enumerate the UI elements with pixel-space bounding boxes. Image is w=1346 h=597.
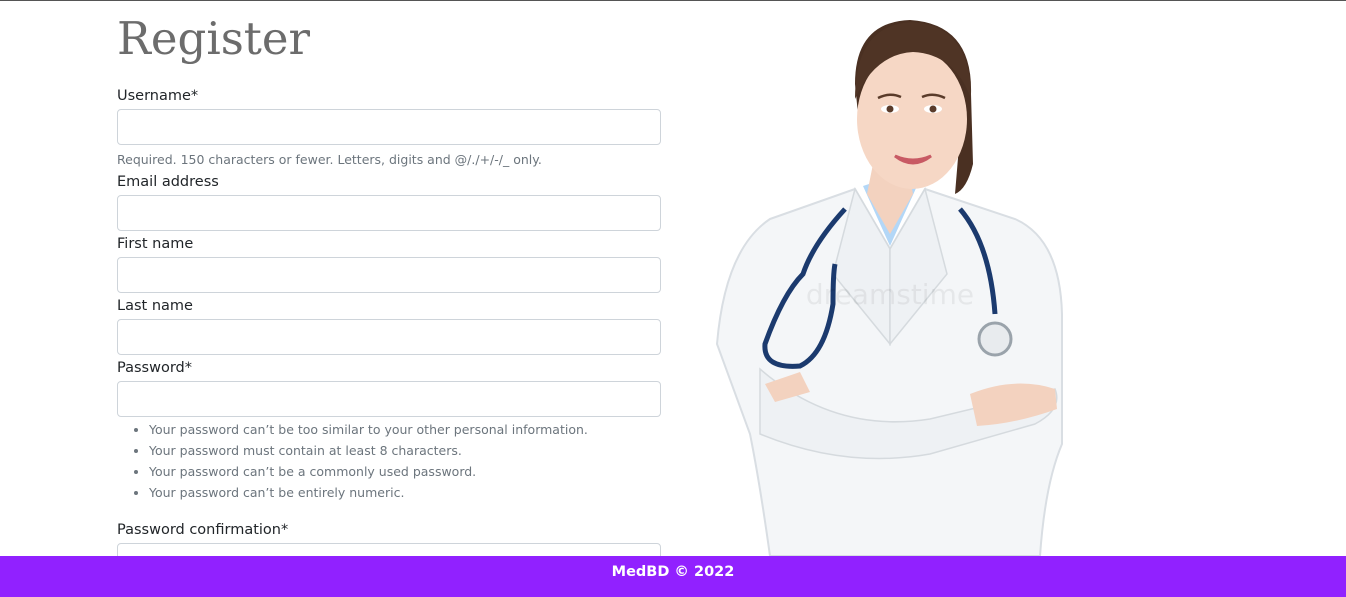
password-confirmation-label: Password confirmation* xyxy=(117,522,289,538)
top-border xyxy=(0,0,1346,1)
email-input[interactable] xyxy=(117,195,661,231)
page-title: Register xyxy=(117,12,311,65)
watermark-text: dreamstime xyxy=(806,278,974,311)
doctor-photo: dreamstime xyxy=(715,20,1063,556)
footer: MedBD © 2022 xyxy=(0,556,1346,597)
username-label: Username* xyxy=(117,88,199,104)
password-rule: Your password can’t be entirely numeric. xyxy=(149,484,588,505)
password-label: Password* xyxy=(117,360,192,376)
first-name-input[interactable] xyxy=(117,257,661,293)
username-input[interactable] xyxy=(117,109,661,145)
password-input[interactable] xyxy=(117,381,661,417)
footer-text: MedBD © 2022 xyxy=(611,563,735,580)
email-label: Email address xyxy=(117,174,219,190)
password-rule: Your password can’t be too similar to yo… xyxy=(149,421,588,442)
username-help-text: Required. 150 characters or fewer. Lette… xyxy=(117,152,542,167)
first-name-label: First name xyxy=(117,236,194,252)
last-name-label: Last name xyxy=(117,298,193,314)
last-name-input[interactable] xyxy=(117,319,661,355)
password-rule: Your password can’t be a commonly used p… xyxy=(149,463,588,484)
password-rule: Your password must contain at least 8 ch… xyxy=(149,442,588,463)
password-rules-list: Your password can’t be too similar to yo… xyxy=(117,421,588,505)
